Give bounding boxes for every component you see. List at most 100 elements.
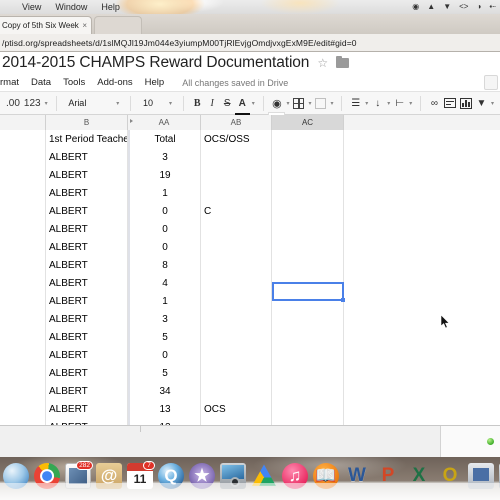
comments-button[interactable] [484,75,498,90]
cell-col-ab[interactable] [201,364,272,382]
menu-data[interactable]: Data [31,77,51,88]
cell-col-aa[interactable]: 5 [128,364,201,382]
menu-format[interactable]: rmat [0,77,19,88]
dropbox-icon[interactable]: ▲ [427,0,435,14]
spreadsheet-grid[interactable]: B AA AB AC 1st Period Teacher Total OCS/OS… [0,115,500,477]
cell-col-blank[interactable] [0,184,46,202]
cell-col-ab[interactable] [201,184,272,202]
cell-col-blank[interactable] [0,220,46,238]
cell-col-aa[interactable]: 0 [128,202,201,220]
browser-tab-inactive[interactable] [94,16,142,34]
cell-col-b[interactable]: ALBERT [46,220,128,238]
cell-col-b[interactable]: ALBERT [46,238,128,256]
cell-col-ab[interactable] [201,328,272,346]
insert-link-icon[interactable]: ∞ [427,94,442,112]
cell-col-aa[interactable]: 0 [128,220,201,238]
font-family-select[interactable]: Arial ▾ [62,94,124,112]
strikethrough-button[interactable]: S [220,94,235,112]
cell-col-ac[interactable] [272,310,344,328]
cell-col-ac[interactable] [272,274,344,292]
cell-col-ac[interactable] [272,382,344,400]
text-wrap-icon[interactable]: ⊢ [392,94,407,112]
cell-col-ac[interactable] [272,400,344,418]
vertical-align-icon[interactable]: ↓ [370,94,385,112]
column-header-aa[interactable]: AA [128,115,201,130]
cell-col-b[interactable]: ALBERT [46,364,128,382]
code-icon[interactable]: <> [459,0,468,14]
cell-col-ac[interactable] [272,184,344,202]
cell-col-ab[interactable] [201,220,272,238]
decrease-decimal-icon[interactable]: .00 [4,94,22,112]
cell-col-b[interactable]: ALBERT [46,346,128,364]
cell-col-b[interactable]: ALBERT [46,202,128,220]
cell-col-ac[interactable] [272,256,344,274]
cell-col-blank[interactable] [0,256,46,274]
cell-col-ab[interactable] [201,166,272,184]
cell-col-b[interactable]: ALBERT [46,256,128,274]
cell-col-blank[interactable] [0,202,46,220]
cell-col-ab[interactable] [201,310,272,328]
chevron-down-icon-fill[interactable]: ▾ [284,100,291,107]
cell-col-blank[interactable] [0,310,46,328]
menu-help[interactable]: Help [145,77,165,88]
cell-col-ab[interactable]: C [201,202,272,220]
cell-col-aa[interactable]: 1 [128,292,201,310]
cell-col-ab[interactable] [201,382,272,400]
chevron-down-icon-wrap[interactable]: ▾ [407,100,414,107]
cell-col-aa[interactable]: 3 [128,148,201,166]
cell-col-aa[interactable]: 5 [128,328,201,346]
cell-col-ab[interactable] [201,346,272,364]
menu-add-ons[interactable]: Add-ons [97,77,132,88]
column-header-blank[interactable] [0,115,46,130]
cell-col-blank[interactable] [0,292,46,310]
cell-col-b[interactable]: ALBERT [46,382,128,400]
clock-icon[interactable]: ◑ [476,0,481,14]
cell-col-aa[interactable]: 34 [128,382,201,400]
cell-col-ab[interactable] [201,292,272,310]
cell-col-aa[interactable]: 3 [128,310,201,328]
cell-col-ac[interactable] [272,148,344,166]
number-format-icon[interactable]: 123 [22,94,43,112]
os-menu-view[interactable]: View [22,0,41,14]
cell-col-ac[interactable] [272,130,344,148]
horizontal-align-icon[interactable]: ☰ [348,94,363,112]
folder-icon[interactable] [336,55,350,68]
cell-col-b[interactable]: ALBERT [46,184,128,202]
cell-col-ab[interactable] [201,238,272,256]
insert-comment-icon[interactable] [442,94,458,112]
chevron-down-icon-halign[interactable]: ▾ [363,100,370,107]
crashplan-icon[interactable]: ▼ [443,0,451,14]
cell-col-aa[interactable]: 1 [128,184,201,202]
cell-col-ab[interactable] [201,256,272,274]
cell-col-blank[interactable] [0,166,46,184]
cell-col-aa[interactable]: 19 [128,166,201,184]
cell-col-blank[interactable] [0,382,46,400]
cell-col-blank[interactable] [0,346,46,364]
cell-col-blank[interactable] [0,148,46,166]
fill-color-icon[interactable]: ◉ [268,94,286,116]
column-header-b[interactable]: B [46,115,128,130]
cell-col-ac[interactable] [272,220,344,238]
hidden-columns-indicator-icon[interactable] [130,119,133,123]
chevron-down-icon-number[interactable]: ▾ [43,100,50,107]
cell-col-aa[interactable]: 8 [128,256,201,274]
address-bar[interactable]: /ptisd.org/spreadsheets/d/1slMQJl19Jm044… [0,34,500,52]
bluetooth-icon[interactable]: ⇠ [489,0,496,14]
cell-col-aa[interactable]: Total [128,130,201,148]
cell-col-ac[interactable] [272,346,344,364]
borders-icon[interactable] [291,94,306,112]
cell-col-ac[interactable] [272,166,344,184]
cell-col-ac[interactable] [272,238,344,256]
cell-col-b[interactable]: 1st Period Teacher [46,130,128,148]
insert-chart-icon[interactable] [458,94,474,112]
chevron-down-icon-borders[interactable]: ▾ [306,100,313,107]
cell-col-b[interactable]: ALBERT [46,310,128,328]
cell-col-b[interactable]: ALBERT [46,400,128,418]
chevron-down-icon-valign[interactable]: ▾ [385,100,392,107]
bold-button[interactable]: B [190,94,205,112]
cell-col-blank[interactable] [0,364,46,382]
font-size-select[interactable]: 10 ▾ [137,94,177,112]
text-color-button[interactable]: A [234,94,250,115]
page-title[interactable]: 2014-2015 CHAMPS Reward Documentation [2,54,309,72]
cell-col-aa[interactable]: 0 [128,346,201,364]
